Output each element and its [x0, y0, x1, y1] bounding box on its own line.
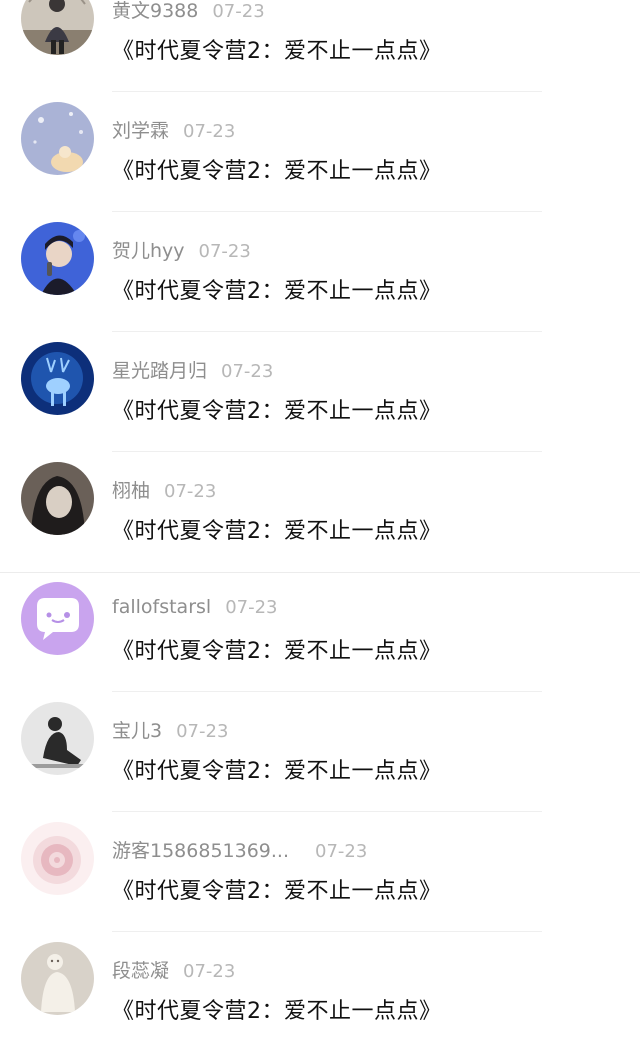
list-item[interactable]: fallofstarsl 07-23 《时代夏令营2：爱不止一点点》	[0, 572, 640, 692]
comment-meta: 刘学霖 07-23	[112, 116, 235, 144]
comment-title[interactable]: 《时代夏令营2：爱不止一点点》	[112, 153, 442, 185]
comment-title[interactable]: 《时代夏令营2：爱不止一点点》	[112, 873, 442, 905]
list-item[interactable]: 黄文9388 07-23 《时代夏令营2：爱不止一点点》	[0, 0, 640, 92]
list-item[interactable]: 贺儿hyy 07-23 《时代夏令营2：爱不止一点点》	[0, 212, 640, 332]
comment-title[interactable]: 《时代夏令营2：爱不止一点点》	[112, 753, 442, 785]
chat-bubble-avatar[interactable]	[21, 582, 94, 655]
list-item[interactable]: 宝儿3 07-23 《时代夏令营2：爱不止一点点》	[0, 692, 640, 812]
comment-date: 07-23	[164, 481, 217, 502]
comment-title[interactable]: 《时代夏令营2：爱不止一点点》	[112, 993, 442, 1025]
comment-meta: 星光踏月归 07-23	[112, 356, 273, 384]
username[interactable]: fallofstarsl	[112, 596, 211, 618]
list-item[interactable]: 刘学霖 07-23 《时代夏令营2：爱不止一点点》	[0, 92, 640, 212]
list-item[interactable]: 栩柚 07-23 《时代夏令营2：爱不止一点点》	[0, 452, 640, 572]
sitting-person-avatar[interactable]	[21, 702, 94, 775]
comment-meta: fallofstarsl 07-23	[112, 596, 278, 624]
list-item[interactable]: 游客1586851369... 07-23 《时代夏令营2：爱不止一点点》	[0, 812, 640, 932]
username[interactable]: 贺儿hyy	[112, 240, 185, 262]
comment-list: 黄文9388 07-23 《时代夏令营2：爱不止一点点》 刘学霖 07-23 《时代…	[0, 0, 640, 1040]
username[interactable]: 星光踏月归	[112, 360, 207, 382]
comment-date: 07-23	[221, 361, 274, 382]
username[interactable]: 段蕊凝	[112, 960, 169, 982]
username[interactable]: 黄文9388	[112, 0, 198, 22]
comment-title[interactable]: 《时代夏令营2：爱不止一点点》	[112, 393, 442, 425]
username[interactable]: 宝儿3	[112, 720, 162, 742]
comment-date: 07-23	[225, 597, 278, 618]
comment-title[interactable]: 《时代夏令营2：爱不止一点点》	[112, 633, 442, 665]
comment-title[interactable]: 《时代夏令营2：爱不止一点点》	[112, 273, 442, 305]
comment-meta: 游客1586851369... 07-23	[112, 836, 367, 864]
username[interactable]: 刘学霖	[112, 120, 169, 142]
blue-deer-avatar[interactable]	[21, 342, 94, 415]
comment-date: 07-23	[212, 1, 265, 22]
comment-date: 07-23	[315, 841, 368, 862]
white-figure-avatar[interactable]	[21, 942, 94, 1015]
list-item[interactable]: 段蕊凝 07-23 《时代夏令营2：爱不止一点点》	[0, 932, 640, 1040]
comment-meta: 黄文9388 07-23	[112, 0, 265, 24]
child-photo-avatar[interactable]	[21, 0, 94, 55]
comment-date: 07-23	[183, 961, 236, 982]
singer-photo-avatar[interactable]	[21, 222, 94, 295]
list-item[interactable]: 星光踏月归 07-23 《时代夏令营2：爱不止一点点》	[0, 332, 640, 452]
comment-meta: 段蕊凝 07-23	[112, 956, 235, 984]
comment-date: 07-23	[183, 121, 236, 142]
starry-night-avatar[interactable]	[21, 102, 94, 175]
comment-meta: 贺儿hyy 07-23	[112, 236, 251, 264]
anime-character-avatar[interactable]	[21, 462, 94, 535]
comment-meta: 栩柚 07-23	[112, 476, 216, 504]
comment-date: 07-23	[198, 241, 251, 262]
comment-title[interactable]: 《时代夏令营2：爱不止一点点》	[112, 33, 442, 65]
username[interactable]: 游客1586851369...	[112, 840, 289, 862]
comment-meta: 宝儿3 07-23	[112, 716, 228, 744]
comment-title[interactable]: 《时代夏令营2：爱不止一点点》	[112, 513, 442, 545]
username[interactable]: 栩柚	[112, 480, 150, 502]
comment-date: 07-23	[176, 721, 229, 742]
pink-flower-avatar[interactable]	[21, 822, 94, 895]
